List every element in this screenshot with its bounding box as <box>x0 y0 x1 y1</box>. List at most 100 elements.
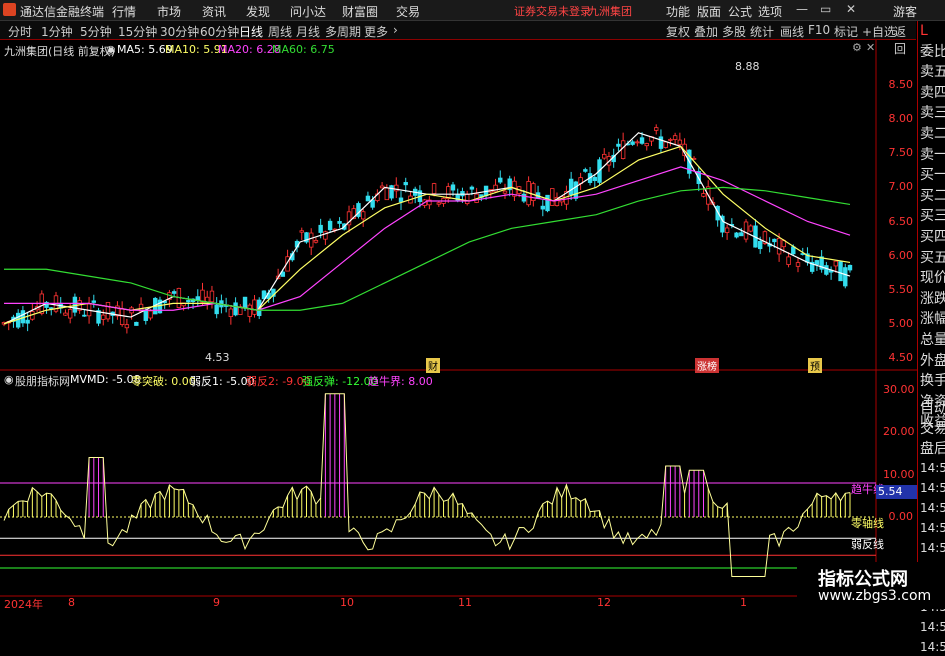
candle-body <box>550 188 555 206</box>
candle-body <box>602 153 607 159</box>
side-panel-item[interactable]: 买四 <box>920 229 945 246</box>
side-panel-item[interactable]: 卖四 <box>920 85 945 102</box>
candle-body <box>67 308 73 319</box>
candle-body <box>644 143 649 147</box>
candle-body <box>540 205 545 210</box>
event-forecast-badge[interactable]: 预 <box>808 358 822 373</box>
side-panel-item[interactable]: 卖二 <box>920 126 945 143</box>
side-panel-item[interactable]: 买二 <box>920 188 945 205</box>
side-panel-item[interactable]: 14:56 <box>920 480 945 497</box>
side-panel-item[interactable]: 14:56 <box>920 540 945 557</box>
candle-body <box>403 182 408 186</box>
price-tick: 6.00 <box>888 248 914 262</box>
event-finance-badge[interactable]: 财 <box>426 358 440 373</box>
candle-body <box>242 296 248 309</box>
side-panel-item[interactable]: 14:56 <box>920 619 945 636</box>
side-panel-item[interactable]: 外盘 <box>920 353 945 370</box>
candle-body <box>498 177 503 183</box>
side-panel-item[interactable]: 卖三 <box>920 105 945 122</box>
side-panel-item[interactable]: 总量 <box>920 332 945 349</box>
indicator-tick: 10.00 <box>883 467 915 481</box>
bull-line-value: 趋牛界: 8.00 <box>368 375 433 388</box>
candle-body <box>299 230 304 233</box>
candle-body <box>124 324 130 329</box>
candle-body <box>134 321 139 326</box>
candle-body <box>663 141 668 148</box>
side-panel-item[interactable]: 卖五 <box>920 64 945 81</box>
side-panel-item[interactable]: 现价 <box>920 270 945 287</box>
side-panel-item[interactable]: 自动 <box>920 401 945 418</box>
high-price-label: 8.88 <box>735 60 760 73</box>
side-panel-item[interactable]: 14:56 <box>920 500 945 517</box>
candle-body <box>776 237 782 255</box>
zero-break-value: 零突破: 0.00 <box>131 375 196 388</box>
kline-chart[interactable] <box>0 0 917 609</box>
candle-body <box>583 169 588 172</box>
side-panel-item[interactable]: 委比 <box>920 44 945 61</box>
indicator-tick: 20.00 <box>883 425 915 438</box>
low-price-label: 4.53 <box>205 351 230 364</box>
date-tick: 11 <box>458 596 472 609</box>
side-panel-item[interactable]: 14:56 <box>920 639 945 656</box>
side-panel-item[interactable]: 换手 <box>920 373 945 390</box>
indicator-toggle-icon[interactable]: ◉ <box>4 373 14 386</box>
candle-body <box>25 319 30 324</box>
candle-body <box>91 300 96 303</box>
weak-rebound1-value: 弱反1: -5.00 <box>190 375 255 388</box>
candle-body <box>630 141 635 145</box>
price-tick: 8.00 <box>888 112 914 126</box>
side-panel-item[interactable]: 卖一 <box>920 147 945 164</box>
weak-line-label: 弱反线 <box>851 538 884 551</box>
date-tick: 2024年 <box>4 598 43 611</box>
candle-body <box>824 265 829 275</box>
side-panel-item[interactable]: 14:56 <box>920 460 945 477</box>
candle-body <box>398 197 404 203</box>
price-tick: 8.50 <box>888 78 914 91</box>
candle-body <box>436 202 442 205</box>
candle-body <box>228 308 234 317</box>
candle-body <box>327 220 333 231</box>
candle-body <box>748 225 753 232</box>
candle-body <box>105 302 111 320</box>
side-panel-item[interactable]: 买一 <box>920 167 945 184</box>
zero-line-label: 零轴线 <box>851 517 884 530</box>
side-panel-item[interactable]: 盘后 <box>920 441 945 458</box>
price-tick: 5.50 <box>888 282 914 296</box>
candle-body <box>843 267 848 287</box>
side-panel-item[interactable]: 买五 <box>920 250 945 267</box>
price-tick: 7.50 <box>888 146 914 160</box>
candle-body <box>72 296 78 313</box>
candle-body <box>573 181 579 199</box>
mvmd-line <box>3 393 851 577</box>
candle-body <box>464 193 470 204</box>
candle-body <box>734 232 739 238</box>
candle-body <box>639 137 645 144</box>
candle-body <box>786 256 791 265</box>
candle-body <box>318 224 323 233</box>
side-panel-item[interactable]: L <box>920 23 928 40</box>
candle-body <box>668 138 673 141</box>
price-tick: 5.00 <box>888 316 914 330</box>
side-panel-item[interactable]: 买三 <box>920 208 945 225</box>
side-panel-item[interactable]: 涨跌 <box>920 291 945 308</box>
candle-body <box>49 307 54 310</box>
current-value-box: 5.54 <box>876 485 918 499</box>
candle-body <box>247 304 252 317</box>
series-line-ma60 <box>4 186 851 311</box>
side-panel-item[interactable]: 涨幅 <box>920 311 945 328</box>
candle-body <box>677 139 683 145</box>
price-tick: 4.50 <box>888 351 914 364</box>
candle-body <box>568 178 574 195</box>
candle-body <box>743 221 749 240</box>
candle-body <box>701 193 706 197</box>
candle-body <box>616 143 621 147</box>
candle-body <box>143 309 148 321</box>
candle-body <box>119 308 125 325</box>
candle-body <box>592 176 597 182</box>
side-panel-item[interactable]: 交易 <box>920 421 945 438</box>
candle-body <box>658 136 664 149</box>
event-limitup-badge[interactable]: 涨榜 <box>695 358 719 373</box>
candle-body <box>360 211 366 220</box>
date-tick: 1 <box>740 596 747 609</box>
side-panel-item[interactable]: 14:56 <box>920 520 945 537</box>
